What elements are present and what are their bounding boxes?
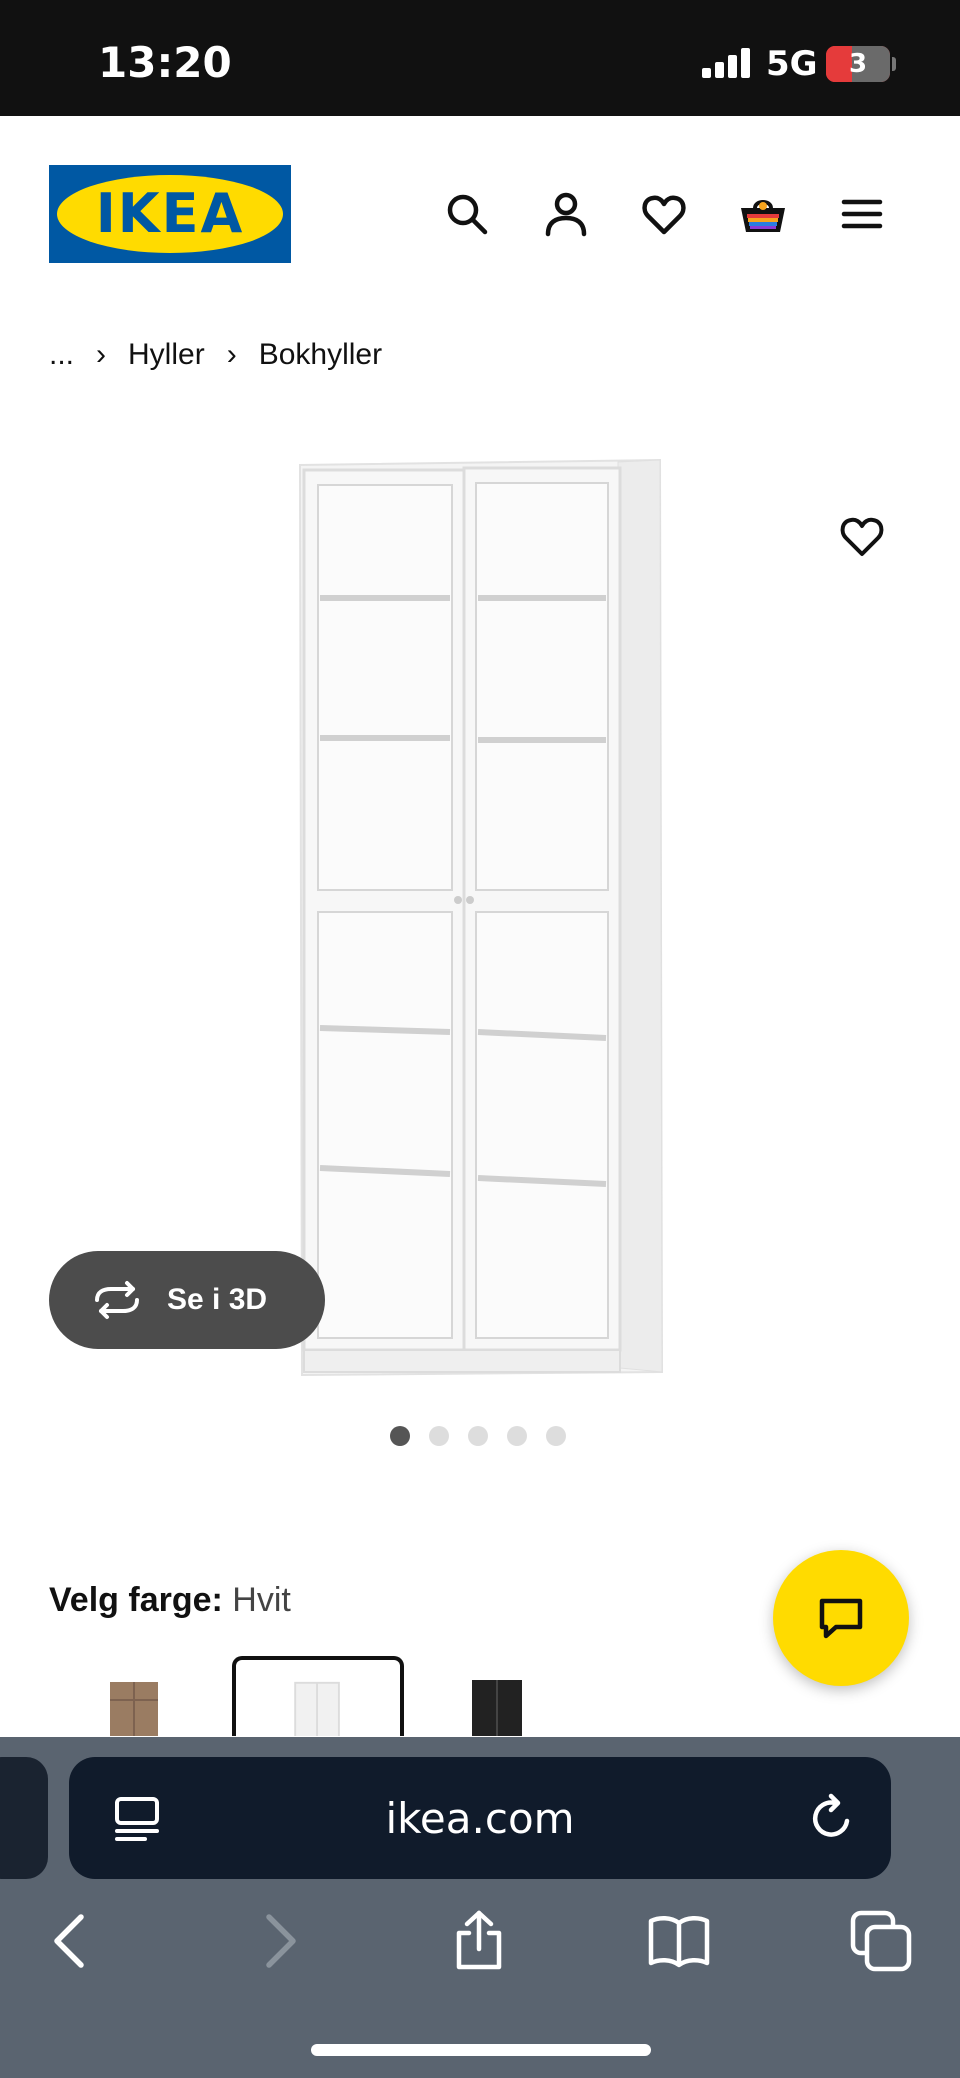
url-text: ikea.com bbox=[385, 1794, 575, 1843]
pagination-dot[interactable] bbox=[468, 1426, 488, 1446]
color-selection: Velg farge: Hvit bbox=[49, 1581, 291, 1620]
pagination-dot[interactable] bbox=[507, 1426, 527, 1446]
color-swatch-brown[interactable] bbox=[94, 1656, 174, 1736]
gallery-pagination bbox=[390, 1426, 585, 1446]
forward-icon[interactable] bbox=[244, 1906, 314, 1976]
color-swatch-white[interactable] bbox=[232, 1656, 404, 1736]
battery-cap bbox=[892, 57, 896, 71]
color-swatch-black[interactable] bbox=[460, 1656, 540, 1736]
breadcrumb: ... › Hyller › Bokhyller bbox=[49, 338, 382, 372]
rotate-3d-icon bbox=[95, 1281, 139, 1319]
menu-icon[interactable] bbox=[832, 184, 892, 244]
search-icon[interactable] bbox=[437, 184, 497, 244]
pagination-dot[interactable] bbox=[390, 1426, 410, 1446]
pagination-dot[interactable] bbox=[429, 1426, 449, 1446]
network-label: 5G bbox=[766, 44, 818, 84]
back-icon[interactable] bbox=[36, 1906, 106, 1976]
previous-tab[interactable] bbox=[0, 1757, 48, 1879]
share-icon[interactable] bbox=[444, 1906, 514, 1976]
breadcrumb-hyller[interactable]: Hyller bbox=[128, 338, 205, 372]
chevron-right-icon: › bbox=[96, 338, 107, 371]
tabs-icon[interactable] bbox=[846, 1906, 916, 1976]
chevron-right-icon: › bbox=[226, 338, 237, 371]
view-3d-button[interactable]: Se i 3D bbox=[49, 1251, 325, 1349]
battery-level: 3 bbox=[848, 49, 868, 79]
chat-button[interactable] bbox=[773, 1550, 909, 1686]
breadcrumb-bokhyller[interactable]: Bokhyller bbox=[259, 338, 382, 372]
battery-icon: 3 bbox=[826, 46, 890, 82]
bookmarks-icon[interactable] bbox=[644, 1906, 714, 1976]
status-bar: 13:20 5G 3 bbox=[0, 0, 960, 116]
ikea-logo[interactable]: IKEA bbox=[49, 165, 291, 263]
home-indicator bbox=[311, 2044, 651, 2056]
status-time: 13:20 bbox=[98, 38, 232, 87]
signal-icon bbox=[702, 48, 752, 78]
address-bar[interactable]: ikea.com bbox=[69, 1757, 891, 1879]
reload-icon[interactable] bbox=[805, 1791, 861, 1847]
cart-icon[interactable] bbox=[733, 184, 793, 244]
view-3d-label: Se i 3D bbox=[167, 1283, 268, 1316]
color-label: Velg farge: bbox=[49, 1581, 223, 1619]
product-wishlist-heart-icon[interactable] bbox=[832, 506, 892, 566]
account-icon[interactable] bbox=[536, 184, 596, 244]
pagination-dot[interactable] bbox=[546, 1426, 566, 1446]
breadcrumb-ellipsis[interactable]: ... bbox=[49, 338, 74, 372]
product-image[interactable] bbox=[280, 450, 700, 1390]
chat-icon bbox=[819, 1598, 863, 1639]
logo-text: IKEA bbox=[95, 182, 245, 245]
color-value: Hvit bbox=[232, 1581, 291, 1619]
heart-icon[interactable] bbox=[634, 184, 694, 244]
